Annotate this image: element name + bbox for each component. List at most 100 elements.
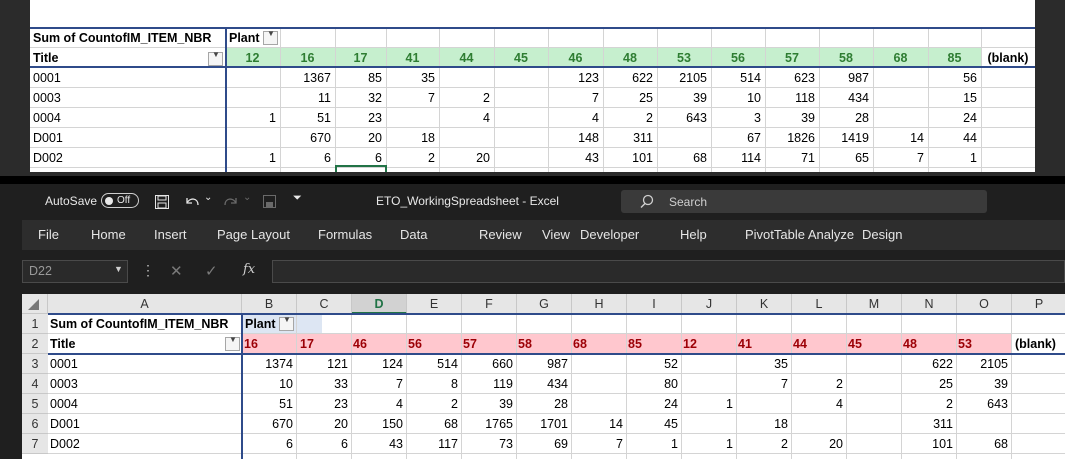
pivot-column-header: 44 [459, 51, 474, 65]
pivot-value-cell: 670 [310, 131, 331, 145]
column-header-J[interactable]: J [682, 294, 737, 314]
pivot-value-cell: 117 [438, 437, 458, 451]
pivot-value-cell [844, 434, 898, 454]
plant-filter-dropdown[interactable]: ▼ [263, 29, 278, 45]
pivot-value-cell: 39 [499, 397, 513, 411]
pivot-row-title: 0003 [50, 377, 78, 391]
row-header-4[interactable]: 4 [22, 374, 48, 394]
pivot-value-cell [679, 374, 733, 394]
ribbon-tab-view[interactable]: View [542, 220, 570, 250]
name-box[interactable]: D22 ▼ [22, 260, 128, 283]
plant-filter-dropdown[interactable]: ▼ [279, 315, 294, 331]
pivot-value-cell [734, 394, 788, 414]
ribbon-tab-pivottable-analyze[interactable]: PivotTable Analyze [745, 220, 854, 250]
enter-check-icon: ✓ [205, 263, 218, 280]
cancel-icon: ✕ [170, 263, 183, 280]
pivot-value-cell: 14 [609, 417, 623, 431]
pivot-value-cell: 6 [341, 437, 348, 451]
insert-function-icon[interactable]: fx [243, 262, 255, 277]
pivot-value-cell: 6 [375, 151, 382, 165]
pivot-value-cell: 56 [963, 71, 977, 85]
row-header-2[interactable]: 2 [22, 334, 48, 354]
title-filter-dropdown[interactable]: ▼ [208, 50, 223, 66]
column-header-C[interactable]: C [297, 294, 352, 314]
column-header-O[interactable]: O [957, 294, 1012, 314]
customize-toolbar-icon[interactable]: ⏷ [293, 192, 302, 205]
ribbon-tab-file[interactable]: File [38, 220, 59, 250]
pivot-value-cell: 1 [269, 151, 276, 165]
pivot-value-cell: 33 [334, 377, 348, 391]
pivot-value-cell: 7 [428, 91, 435, 105]
pivot-value-cell: 25 [639, 91, 653, 105]
pivot-value-cell: 73 [499, 437, 513, 451]
row-header-7[interactable]: 7 [22, 434, 48, 454]
column-header-D[interactable]: D [352, 294, 407, 314]
pivot-value-cell: 4 [836, 397, 843, 411]
name-box-dropdown-icon[interactable]: ▼ [114, 264, 123, 274]
pivot-column-header: 53 [677, 51, 691, 65]
pivot-value-cell: 1 [269, 111, 276, 125]
pivot-value-cell: 2 [483, 91, 490, 105]
window-title: ETO_WorkingSpreadsheet - Excel [376, 194, 559, 208]
save-icon[interactable] [154, 194, 170, 210]
pivot-value-cell [789, 414, 843, 434]
search-box[interactable]: Search [621, 190, 987, 213]
pivot-value-cell: 2 [451, 397, 458, 411]
pivot-value-cell [488, 88, 544, 108]
pivot-value-cell: 25 [939, 377, 953, 391]
pivot-column-header: 53 [958, 337, 972, 351]
pivot-value-cell [651, 128, 707, 148]
column-header-P[interactable]: P [1012, 294, 1065, 314]
ribbon-tab-design[interactable]: Design [862, 220, 902, 250]
undo-dropdown-icon[interactable]: ⌄ [204, 192, 212, 203]
row-header-3[interactable]: 3 [22, 354, 48, 374]
undo-icon[interactable] [183, 194, 201, 210]
column-header-E[interactable]: E [407, 294, 462, 314]
pivot-value-cell [868, 68, 924, 88]
pivot-value-cell: 28 [855, 111, 869, 125]
ribbon-tab-home[interactable]: Home [91, 220, 126, 250]
formula-input[interactable] [272, 260, 1065, 283]
pivot-value-cell: 69 [554, 437, 568, 451]
pivot-value-cell: 3 [754, 111, 761, 125]
ribbon-tab-data[interactable]: Data [400, 220, 427, 250]
pivot-row-title: D001 [33, 131, 63, 145]
pivot-value-cell: 71 [801, 151, 815, 165]
column-header-K[interactable]: K [737, 294, 792, 314]
pivot-column-header: 44 [793, 337, 807, 351]
column-header-M[interactable]: M [847, 294, 902, 314]
ribbon-tab-help[interactable]: Help [680, 220, 707, 250]
row-header-6[interactable]: 6 [22, 414, 48, 434]
column-header-H[interactable]: H [572, 294, 627, 314]
column-header-N[interactable]: N [902, 294, 957, 314]
ribbon-tab-review[interactable]: Review [479, 220, 522, 250]
more-options-icon[interactable]: ⋮ [141, 262, 155, 279]
pivot-value-cell: 39 [801, 111, 815, 125]
pivot-value-cell: 311 [633, 131, 653, 145]
ribbon-tab-formulas[interactable]: Formulas [318, 220, 372, 250]
ribbon-tab-developer[interactable]: Developer [580, 220, 639, 250]
pivot-value-cell [679, 414, 733, 434]
column-header-B[interactable]: B [242, 294, 297, 314]
row-header-5[interactable]: 5 [22, 394, 48, 414]
pivot-column-header: 57 [785, 51, 799, 65]
pivot-row-title: 0004 [33, 111, 61, 125]
ribbon-tab-insert[interactable]: Insert [154, 220, 187, 250]
pivot-value-cell: 123 [578, 71, 599, 85]
ribbon-tab-page-layout[interactable]: Page Layout [217, 220, 290, 250]
pivot-column-header: 56 [408, 337, 422, 351]
column-header-G[interactable]: G [517, 294, 572, 314]
pivot-value-cell: 643 [686, 111, 707, 125]
pivot-value-cell [220, 68, 276, 88]
row-header-1[interactable]: 1 [22, 314, 48, 334]
column-header-L[interactable]: L [792, 294, 847, 314]
pivot-column-header: 46 [568, 51, 583, 65]
column-header-A[interactable]: A [48, 294, 242, 314]
top-pivot-sheet: Sum of CountofIM_ITEM_NBR Plant ▼ Title ▼ 12 1… [30, 0, 1035, 172]
autosave-toggle[interactable]: Off [101, 193, 139, 208]
pivot-value-cell: 15 [963, 91, 977, 105]
column-header-F[interactable]: F [462, 294, 517, 314]
column-header-I[interactable]: I [627, 294, 682, 314]
title-filter-dropdown[interactable]: ▼ [225, 335, 240, 351]
pivot-column-header: 48 [623, 51, 637, 65]
